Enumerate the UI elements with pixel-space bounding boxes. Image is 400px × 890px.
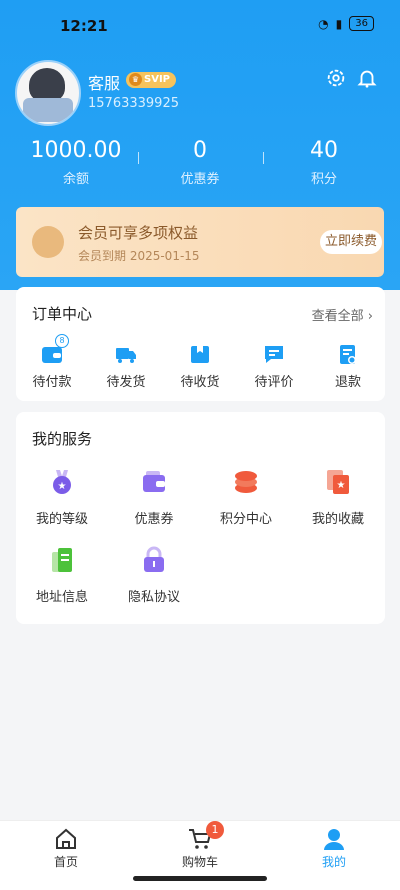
- services-title: 我的服务: [32, 430, 93, 448]
- stat-coupons[interactable]: 0 优惠券: [130, 138, 270, 187]
- status-icons: ◔ ▮ 36: [318, 16, 374, 31]
- service-points-center[interactable]: 积分中心: [206, 468, 286, 527]
- lock-icon: [144, 546, 164, 572]
- coins-icon: [235, 471, 257, 493]
- user-name: 客服: [88, 74, 121, 93]
- order-to-review[interactable]: 待评价: [244, 343, 304, 390]
- box-icon: [191, 346, 209, 363]
- services-card: 我的服务 ★ 我的等级 优惠券 积分中心 ★ 我的收藏 地址信息 隐私协议: [16, 412, 385, 624]
- order-center-card: 订单中心 查看全部 › 8 待付款 待发货 待收货 待评价 退款: [16, 287, 385, 401]
- order-to-receive[interactable]: 待收货: [170, 343, 230, 390]
- avatar[interactable]: [15, 60, 81, 126]
- order-refund[interactable]: 退款: [318, 343, 378, 390]
- wifi-icon: ◔: [318, 16, 329, 31]
- stat-points[interactable]: 40 积分: [254, 138, 394, 187]
- service-my-level[interactable]: ★ 我的等级: [22, 468, 102, 527]
- vip-title: 会员可享多项权益: [78, 224, 199, 242]
- order-pending-payment[interactable]: 8 待付款: [22, 334, 82, 390]
- vip-expire: 会员到期 2025-01-15: [78, 249, 200, 263]
- renew-button[interactable]: 立即续费: [320, 230, 382, 254]
- order-to-ship[interactable]: 待发货: [96, 343, 156, 390]
- home-indicator: [133, 876, 267, 881]
- service-address[interactable]: 地址信息: [22, 546, 102, 605]
- svg-text:★: ★: [58, 481, 67, 492]
- order-center-title: 订单中心: [32, 305, 93, 323]
- cart-count-badge: 1: [206, 821, 224, 839]
- home-icon: [56, 828, 76, 849]
- svip-badge: ♛ SVIP: [126, 72, 176, 88]
- svg-text:★: ★: [337, 480, 346, 491]
- tab-home[interactable]: 首页: [26, 827, 106, 870]
- service-favorites[interactable]: ★ 我的收藏: [298, 468, 378, 527]
- refund-icon: [340, 345, 356, 364]
- medal-icon: ★: [53, 470, 71, 494]
- vip-crown-icon: [32, 226, 64, 258]
- battery-icon: 36: [349, 16, 374, 31]
- view-all-link[interactable]: 查看全部 ›: [312, 305, 373, 324]
- comment-icon: [265, 346, 283, 363]
- settings-icon[interactable]: [325, 67, 347, 89]
- service-coupons[interactable]: 优惠券: [114, 468, 194, 527]
- crown-icon: ♛: [129, 73, 142, 86]
- tab-cart[interactable]: 1 购物车: [160, 821, 240, 870]
- address-icon: [52, 548, 72, 572]
- status-bar: 12:21 ◔ ▮ 36: [0, 0, 400, 52]
- user-phone: 15763339925: [88, 96, 179, 111]
- vip-banner[interactable]: 会员可享多项权益 会员到期 2025-01-15 立即续费: [16, 207, 384, 277]
- wallet-icon: [143, 471, 165, 492]
- truck-icon: [116, 348, 136, 363]
- status-time: 12:21: [60, 17, 108, 35]
- service-privacy[interactable]: 隐私协议: [114, 546, 194, 605]
- order-count-badge: 8: [55, 334, 69, 348]
- signal-icon: ▮: [335, 16, 343, 31]
- bell-icon[interactable]: [356, 67, 378, 89]
- stats-row: 1000.00 余额 0 优惠券 40 积分: [0, 138, 400, 188]
- stat-balance[interactable]: 1000.00 余额: [6, 138, 146, 187]
- user-icon: [324, 829, 344, 850]
- tab-mine[interactable]: 我的: [294, 827, 374, 870]
- star-card-icon: ★: [327, 470, 349, 494]
